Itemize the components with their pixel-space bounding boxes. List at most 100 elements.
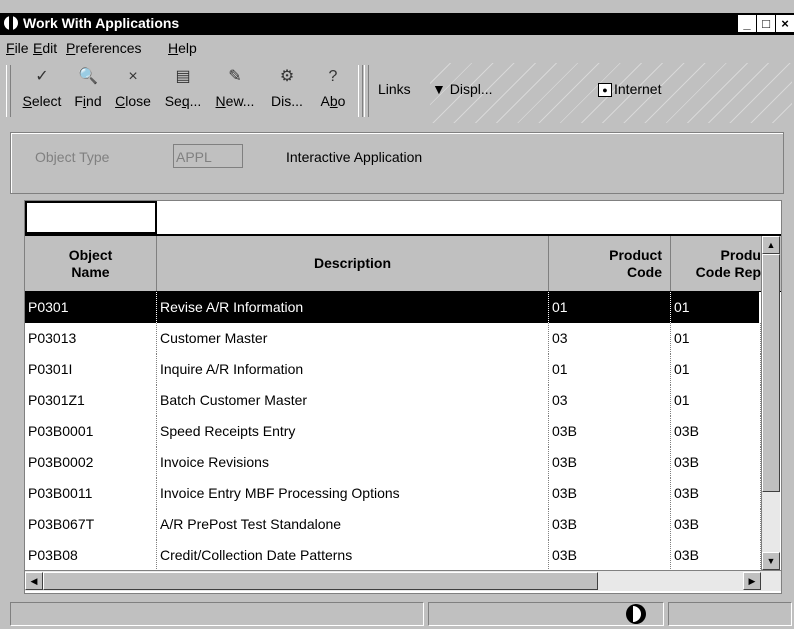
maximize-button[interactable]: □ [757,15,775,32]
cell-object-name: P03B08 [25,540,157,571]
column-header-description[interactable]: Description [157,236,549,291]
cell-description: Revise A/R Information [157,292,549,323]
display-menu-button[interactable]: ▼ Displ... [432,81,493,97]
cell-object-name: P03B0011 [25,478,157,509]
cell-product-code-rep: 03B [671,478,761,509]
cell-description: Invoice Entry MBF Processing Options [157,478,549,509]
column-header-product-code[interactable]: Product Code [549,236,671,291]
table-row[interactable]: P03B0002 Invoice Revisions 03B 03B [25,447,761,478]
cell-product-code: 03B [549,478,671,509]
cell-object-name: P0301Z1 [25,385,157,416]
scroll-left-arrow-icon[interactable]: ◀ [25,572,43,590]
find-icon: 🔍 [78,68,98,85]
find-button[interactable]: 🔍 Find [68,65,108,121]
cell-object-name: P0301I [25,354,157,385]
new-button[interactable]: ✎ New... [210,65,260,121]
horizontal-scrollbar[interactable]: ◀ ▶ [25,570,781,591]
cell-product-code: 03B [549,540,671,571]
links-button[interactable]: Links [378,81,411,97]
column-header-row: Object Name Description Product Code Produ… [25,236,781,292]
status-bar [0,600,794,629]
object-type-field[interactable]: APPL [173,144,243,168]
window-title: Work With Applications [23,15,180,31]
display-button[interactable]: ⚙ Dis... [264,65,310,121]
close-window-button[interactable]: × [776,15,794,32]
cell-description: Invoice Revisions [157,447,549,478]
cell-product-code-rep: 01 [671,323,761,354]
about-icon: ? [328,68,338,85]
cell-product-code: 03 [549,323,671,354]
dropdown-arrow-icon: ▼ [432,81,450,97]
cell-product-code-rep: 03B [671,447,761,478]
table-row[interactable]: P0301 Revise A/R Information 01 01 [25,292,761,323]
toolbar-separator [358,65,363,117]
internet-button[interactable]: ● Internet [598,81,661,98]
menu-preferences[interactable]: Preferences [66,40,142,56]
cell-product-code: 03B [549,447,671,478]
cell-product-code-rep: 01 [671,354,761,385]
cell-product-code: 01 [549,292,671,323]
menu-edit[interactable]: Edit [33,40,57,56]
qbe-row [25,201,781,236]
menu-help[interactable]: Help [168,40,197,56]
toolbar: ✓ Select 🔍 Find × Close ▤ Seq... ✎ New..… [0,61,794,125]
column-header-product-code-rep[interactable]: Produ Code Rep [671,236,761,291]
connection-globe-icon [626,604,646,624]
status-pane-extra [668,602,792,626]
cell-product-code-rep: 03B [671,509,761,540]
cell-description: A/R PrePost Test Standalone [157,509,549,540]
cell-description: Speed Receipts Entry [157,416,549,447]
cell-description: Batch Customer Master [157,385,549,416]
vertical-scrollbar[interactable]: ▲ ▼ [761,236,780,570]
filter-panel: Object Type APPL Interactive Application [10,132,784,194]
display-icon: ⚙ [279,68,295,85]
table-row[interactable]: P03B08 Credit/Collection Date Patterns 03B… [25,540,761,571]
checkmark-icon: ✓ [35,68,49,85]
toolbar-grip[interactable] [6,65,11,117]
cell-object-name: P03B0001 [25,416,157,447]
sequence-icon: ▤ [175,68,191,85]
object-type-description: Interactive Application [286,149,423,165]
scroll-up-arrow-icon[interactable]: ▲ [762,236,780,254]
cell-product-code: 03B [549,509,671,540]
internet-icon: ● [598,83,612,98]
close-icon: × [128,68,138,85]
qbe-product-code-rep[interactable] [671,201,781,234]
cell-product-code-rep: 01 [671,292,761,323]
vertical-scroll-thumb[interactable] [762,254,780,492]
qbe-product-code[interactable] [549,201,672,234]
title-bar[interactable]: Work With Applications _ □ × [0,13,794,35]
close-button[interactable]: × Close [110,65,156,121]
cell-product-code-rep: 03B [671,416,761,447]
application-window: Work With Applications _ □ × File Edit P… [0,0,794,629]
new-icon: ✎ [228,68,242,85]
qbe-object-name[interactable] [25,201,157,234]
cell-product-code-rep: 01 [671,385,761,416]
table-row[interactable]: P0301I Inquire A/R Information 01 01 [25,354,761,385]
menu-file[interactable]: File [6,40,29,56]
scroll-down-arrow-icon[interactable]: ▼ [762,552,780,570]
horizontal-scroll-thumb[interactable] [43,572,598,590]
cell-product-code: 03B [549,416,671,447]
app-icon[interactable] [4,16,18,30]
sequence-button[interactable]: ▤ Seq... [158,65,208,121]
cell-object-name: P03B0002 [25,447,157,478]
table-row[interactable]: P03013 Customer Master 03 01 [25,323,761,354]
minimize-button[interactable]: _ [738,15,756,32]
table-row[interactable]: P03B067T A/R PrePost Test Standalone 03B 03… [25,509,761,540]
select-button[interactable]: ✓ Select [18,65,66,121]
status-pane-message [10,602,424,626]
cell-description: Inquire A/R Information [157,354,549,385]
qbe-description[interactable] [157,201,550,234]
cell-object-name: P0301 [25,292,157,323]
column-header-object-name[interactable]: Object Name [25,236,157,291]
table-row[interactable]: P03B0001 Speed Receipts Entry 03B 03B [25,416,761,447]
about-button[interactable]: ? Abo [314,65,352,121]
cell-product-code: 03 [549,385,671,416]
table-row[interactable]: P0301Z1 Batch Customer Master 03 01 [25,385,761,416]
scroll-right-arrow-icon[interactable]: ▶ [743,572,761,590]
toolbar-grip-links[interactable] [364,65,369,117]
cell-description: Customer Master [157,323,549,354]
cell-product-code-rep: 03B [671,540,761,571]
table-row[interactable]: P03B0011 Invoice Entry MBF Processing Opt… [25,478,761,509]
